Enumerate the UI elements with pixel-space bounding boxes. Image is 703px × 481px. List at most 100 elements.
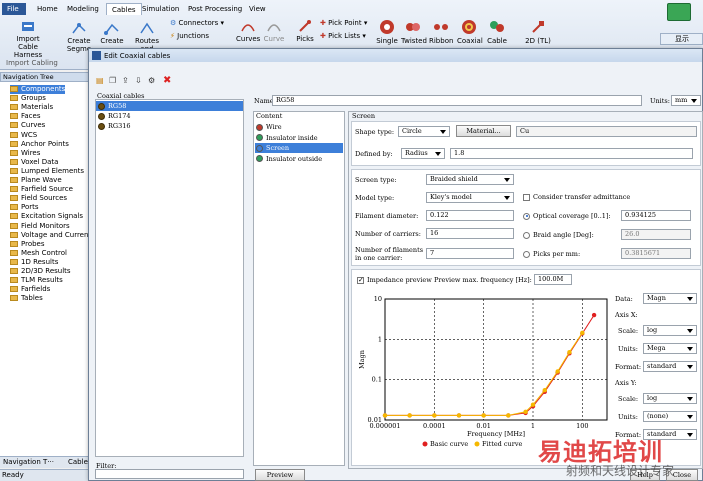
2d-tl-button[interactable]: 2D (TL) [524, 19, 552, 45]
nav-item[interactable]: WCS [10, 131, 37, 140]
data-select[interactable]: Magn [643, 293, 697, 304]
braid-radio-dot[interactable] [523, 231, 530, 239]
impedance-checkbox-box[interactable] [357, 276, 364, 284]
content-item[interactable]: Insulator inside [256, 134, 318, 142]
axis-y-label: Axis Y: [615, 379, 637, 387]
cable-item[interactable]: RG174 [98, 112, 131, 120]
pick-point-button[interactable]: ✚ Pick Point ▾ [320, 19, 367, 27]
nav-item[interactable]: Excitation Signals [10, 212, 83, 221]
import-cable-button[interactable]: Import Cable Harness [6, 19, 50, 59]
units-y-select[interactable]: (none) [643, 411, 697, 422]
scale-y-select[interactable]: log [643, 393, 697, 404]
picks-per-mm-radio[interactable]: Picks per mm: [523, 250, 580, 258]
nav-item[interactable]: Ports [10, 203, 39, 212]
shape-type-select[interactable]: Circle [398, 126, 450, 137]
nav-item[interactable]: Anchor Points [10, 140, 69, 149]
curve-button[interactable]: Curve [263, 19, 285, 43]
tl-icon [532, 21, 544, 33]
optical-coverage-input[interactable]: 0.934125 [621, 210, 691, 221]
single-button[interactable]: Single [376, 19, 398, 45]
nav-item[interactable]: Farfields [10, 285, 50, 294]
nav-item[interactable]: Tables [10, 294, 43, 303]
cable-button[interactable]: Cable [485, 19, 509, 45]
cable-item[interactable]: RG316 [98, 122, 131, 130]
junctions-button[interactable]: ⚡ Junctions [170, 32, 209, 40]
material-button[interactable]: Material... [456, 125, 511, 137]
import-icon[interactable]: ⇪ [122, 76, 129, 85]
carriers-input[interactable]: 16 [426, 228, 514, 239]
cable-item[interactable]: RG58 [98, 102, 126, 110]
scale-x-select[interactable]: log [643, 325, 697, 336]
nav-item[interactable]: Field Monitors [10, 222, 70, 231]
optical-coverage-radio[interactable]: Optical coverage [0..1]: [523, 212, 611, 220]
tab-modeling[interactable]: Modeling [62, 3, 104, 15]
transfer-checkbox-box[interactable] [523, 193, 530, 201]
preview-button[interactable]: Preview [255, 469, 305, 481]
tab-post-processing[interactable]: Post Processing [183, 3, 247, 15]
picks-radio-dot[interactable] [523, 250, 530, 258]
pick-lists-button[interactable]: ✚ Pick Lists ▾ [320, 32, 366, 40]
y-tick-label: 1 [378, 335, 382, 343]
2d-tl-label: 2D (TL) [525, 37, 551, 45]
nav-item[interactable]: Farfield Source [10, 185, 73, 194]
nav-item[interactable]: 2D/3D Results [10, 267, 71, 276]
x-tick-label: 0.01 [476, 422, 490, 430]
tab-view[interactable]: View [244, 3, 271, 15]
connectors-button[interactable]: ⚙ Connectors ▾ [170, 19, 224, 27]
tab-file[interactable]: File [2, 3, 26, 15]
name-input[interactable]: RG58 [272, 95, 642, 106]
tab-simulation[interactable]: Simulation [137, 3, 184, 15]
tab-navigation-tree[interactable]: Navigation T··· [3, 458, 54, 466]
nav-item[interactable]: Wires [10, 149, 40, 158]
settings-icon[interactable]: ⚙ [148, 76, 155, 85]
nav-item[interactable]: Curves [10, 121, 45, 130]
create-button[interactable]: Create [100, 21, 124, 45]
preview-frequency-input[interactable]: 100.0M [534, 274, 572, 285]
ribbon-cable-button[interactable]: Ribbon [429, 19, 453, 45]
filter-input[interactable] [95, 469, 244, 479]
filaments-input[interactable]: 7 [426, 248, 514, 259]
nav-item[interactable]: Lumped Elements [10, 167, 84, 176]
defined-by-select[interactable]: Radius [401, 148, 445, 159]
nav-item[interactable]: Probes [10, 240, 45, 249]
format-x-select[interactable]: standard [643, 361, 697, 372]
screen-type-select[interactable]: Braided shield [426, 174, 514, 185]
x-tick-label: 1 [531, 422, 535, 430]
nav-item[interactable]: Components [10, 85, 66, 94]
export-icon[interactable]: ⇩ [135, 76, 142, 85]
tab-cable[interactable]: Cable [68, 458, 88, 466]
radius-input[interactable]: 1.8 [450, 148, 693, 159]
new-file-icon[interactable]: ▤ [96, 76, 104, 85]
content-item[interactable]: Screen [256, 144, 289, 152]
nav-item[interactable]: Plane Wave [10, 176, 62, 185]
picks-button[interactable]: Picks [294, 19, 316, 43]
nav-item[interactable]: Voxel Data [10, 158, 58, 167]
nav-item[interactable]: 1D Results [10, 258, 58, 267]
optical-radio-dot[interactable] [523, 212, 530, 220]
delete-icon[interactable]: ✖ [163, 75, 171, 86]
nav-item[interactable]: Field Sources [10, 194, 67, 203]
content-item[interactable]: Insulator outside [256, 155, 322, 163]
copy-icon[interactable]: ❐ [109, 76, 116, 85]
model-type-select[interactable]: Kley's model [426, 192, 514, 203]
nav-item[interactable]: Groups [10, 94, 46, 103]
show-button[interactable]: 显示 [660, 33, 703, 45]
coaxial-button[interactable]: Coaxial [457, 19, 483, 45]
units-x-select[interactable]: Mega [643, 343, 697, 354]
braid-angle-radio[interactable]: Braid angle [Deg]: [523, 231, 594, 239]
curves-button[interactable]: Curves [236, 19, 260, 43]
tab-home[interactable]: Home [32, 3, 63, 15]
preview-frequency-label: Preview max. frequency [Hz]: [434, 276, 532, 284]
nav-item[interactable]: Voltage and Current [10, 231, 91, 240]
twisted-button[interactable]: Twisted [401, 19, 427, 45]
content-item[interactable]: Wire [256, 123, 282, 131]
nav-item[interactable]: Materials [10, 103, 53, 112]
transfer-admittance-checkbox[interactable]: Consider transfer admittance [523, 193, 630, 201]
nav-item[interactable]: Faces [10, 112, 40, 121]
nav-item[interactable]: TLM Results [10, 276, 63, 285]
y-axis-label: Magn [358, 350, 366, 369]
impedance-preview-checkbox[interactable]: Impedance preview [357, 276, 432, 284]
units-select[interactable]: mm [671, 95, 701, 106]
filament-diameter-input[interactable]: 0.122 [426, 210, 514, 221]
nav-item[interactable]: Mesh Control [10, 249, 67, 258]
